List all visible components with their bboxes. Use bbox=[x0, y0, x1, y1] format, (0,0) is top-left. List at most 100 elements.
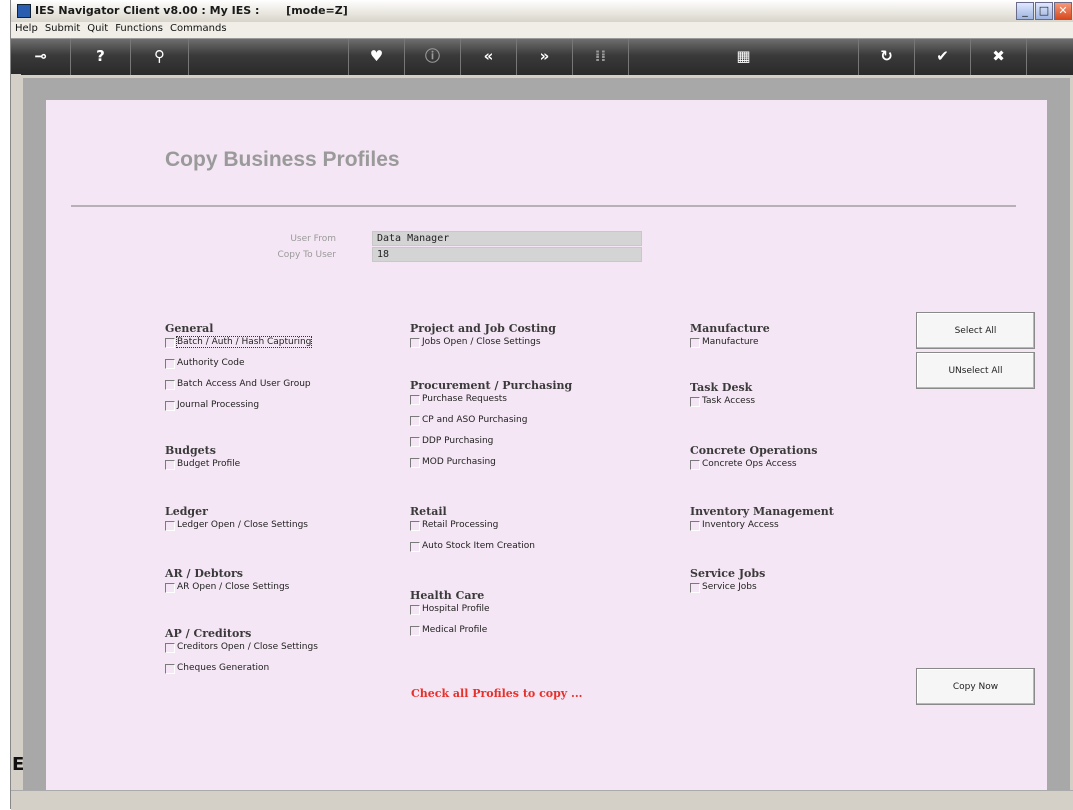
page-title: Copy Business Profiles bbox=[165, 148, 400, 171]
profile-checkbox-item[interactable]: Manufacture bbox=[690, 337, 770, 359]
section-manufacture: Manufacture Manufacture bbox=[690, 322, 770, 359]
checkbox[interactable] bbox=[410, 338, 420, 348]
checkbox[interactable] bbox=[165, 643, 175, 653]
maximize-icon[interactable]: □ bbox=[1035, 2, 1053, 20]
profile-checkbox-item[interactable]: Authority Code bbox=[165, 358, 245, 380]
checkbox[interactable] bbox=[165, 401, 175, 411]
close-icon[interactable]: ✕ bbox=[1054, 2, 1072, 20]
checkbox[interactable] bbox=[410, 605, 420, 615]
checkbox-label: Task Access bbox=[702, 396, 756, 406]
heart-icon[interactable]: ♥ bbox=[349, 39, 405, 75]
ok-icon[interactable]: ✔ bbox=[915, 39, 971, 75]
checkbox[interactable] bbox=[410, 542, 420, 552]
checkbox[interactable] bbox=[410, 521, 420, 531]
section-heading: General bbox=[165, 322, 214, 335]
checkbox[interactable] bbox=[690, 338, 700, 348]
application-window: IES Navigator Client v8.00 : My IES : [m… bbox=[10, 0, 1073, 810]
section-heading: Project and Job Costing bbox=[410, 322, 556, 335]
search-icon[interactable]: ⚲ bbox=[131, 39, 189, 75]
help-icon[interactable]: ? bbox=[71, 39, 131, 75]
key-icon[interactable]: ⊸ bbox=[11, 39, 71, 75]
menu-help[interactable]: Help bbox=[11, 22, 41, 34]
checkbox-label: Batch Access And User Group bbox=[177, 379, 311, 389]
profile-checkbox-item[interactable]: Purchase Requests bbox=[410, 394, 572, 416]
window-title: IES Navigator Client v8.00 : My IES : [m… bbox=[35, 4, 348, 17]
checkbox[interactable] bbox=[410, 458, 420, 468]
profile-checkbox-item[interactable]: Creditors Open / Close Settings bbox=[165, 642, 318, 664]
checkbox-label: MOD Purchasing bbox=[422, 457, 496, 467]
left-strip: E bbox=[11, 74, 24, 809]
profile-checkbox-item[interactable]: Hospital Profile bbox=[410, 604, 490, 626]
copy-to-user-field[interactable]: 18 bbox=[372, 247, 642, 262]
profile-checkbox-item[interactable]: Batch Access And User Group bbox=[165, 379, 311, 401]
profile-checkbox-item[interactable]: Ledger Open / Close Settings bbox=[165, 520, 308, 542]
menu-submit[interactable]: Submit bbox=[41, 22, 83, 34]
profile-checkbox-item[interactable]: AR Open / Close Settings bbox=[165, 582, 289, 604]
profile-checkbox-item[interactable]: Concrete Ops Access bbox=[690, 459, 817, 481]
back-icon[interactable]: « bbox=[461, 39, 517, 75]
checkbox[interactable] bbox=[410, 395, 420, 405]
title-divider bbox=[71, 205, 1016, 207]
profile-checkbox-item[interactable]: Cheques Generation bbox=[165, 663, 269, 685]
profile-checkbox-item[interactable]: Inventory Access bbox=[690, 520, 834, 542]
grid-icon[interactable]: ⁞⁞ bbox=[573, 39, 629, 75]
section-heading: Concrete Operations bbox=[690, 444, 818, 457]
checkbox-label: Jobs Open / Close Settings bbox=[422, 337, 541, 347]
checkbox[interactable] bbox=[690, 460, 700, 470]
profile-checkbox-item[interactable]: Jobs Open / Close Settings bbox=[410, 337, 556, 359]
checkbox[interactable] bbox=[690, 583, 700, 593]
section-health-care: Health Care Hospital Profile Medical Profi… bbox=[410, 589, 490, 647]
section-heading: Retail bbox=[410, 505, 447, 518]
checkbox[interactable] bbox=[410, 437, 420, 447]
minimize-icon[interactable]: _ bbox=[1016, 2, 1034, 20]
profile-checkbox-item[interactable]: Auto Stock Item Creation bbox=[410, 541, 535, 563]
menu-quit[interactable]: Quit bbox=[83, 22, 111, 34]
forward-icon[interactable]: » bbox=[517, 39, 573, 75]
checkbox[interactable] bbox=[165, 460, 175, 470]
checkbox-label: DDP Purchasing bbox=[422, 436, 494, 446]
checkbox-label: Auto Stock Item Creation bbox=[422, 541, 535, 551]
profile-checkbox-item[interactable]: CP and ASO Purchasing bbox=[410, 415, 572, 437]
user-from-field[interactable]: Data Manager bbox=[372, 231, 642, 246]
checkbox[interactable] bbox=[165, 338, 175, 348]
refresh-icon[interactable]: ↻ bbox=[859, 39, 915, 75]
profile-checkbox-item[interactable]: Medical Profile bbox=[410, 625, 487, 647]
checkbox-label: Ledger Open / Close Settings bbox=[177, 520, 309, 530]
checkbox[interactable] bbox=[165, 359, 175, 369]
profile-checkbox-item[interactable]: Journal Processing bbox=[165, 400, 259, 422]
copy-to-user-label: Copy To User bbox=[277, 250, 336, 260]
profile-checkbox-item[interactable]: DDP Purchasing bbox=[410, 436, 572, 458]
unselect-all-button[interactable]: UNselect All bbox=[916, 352, 1035, 389]
menu-functions[interactable]: Functions bbox=[111, 22, 166, 34]
checkbox-label: Creditors Open / Close Settings bbox=[177, 642, 318, 652]
select-all-button[interactable]: Select All bbox=[916, 312, 1035, 349]
profile-checkbox-item[interactable]: MOD Purchasing bbox=[410, 457, 572, 479]
copy-profiles-panel: Copy Business Profiles User From Data Ma… bbox=[46, 100, 1047, 790]
checkbox[interactable] bbox=[165, 380, 175, 390]
checkbox[interactable] bbox=[165, 583, 175, 593]
section-procurement-purchasing: Procurement / Purchasing Purchase Request… bbox=[410, 379, 572, 479]
info-icon[interactable]: ⓘ bbox=[405, 39, 461, 75]
profile-checkbox-item[interactable]: Task Access bbox=[690, 396, 756, 418]
copy-now-button[interactable]: Copy Now bbox=[916, 668, 1035, 705]
section-heading: AR / Debtors bbox=[165, 567, 243, 580]
profile-checkbox-item[interactable]: Budget Profile bbox=[165, 459, 240, 481]
checkbox[interactable] bbox=[410, 416, 420, 426]
print-icon[interactable]: ▦ bbox=[629, 39, 859, 75]
profile-checkbox-item[interactable]: Retail Processing bbox=[410, 520, 498, 542]
toolbar: ⊸? ⚲ ♥ ⓘ «» ⁞⁞ ▦ ↻ ✔ ✖ bbox=[11, 38, 1073, 75]
menu-commands[interactable]: Commands bbox=[166, 22, 230, 34]
checkbox[interactable] bbox=[690, 397, 700, 407]
checkbox[interactable] bbox=[690, 521, 700, 531]
toolbar-spacer bbox=[189, 39, 349, 75]
section-heading: Task Desk bbox=[690, 381, 753, 394]
profile-checkbox-item[interactable]: Service Jobs bbox=[690, 582, 765, 604]
checkbox[interactable] bbox=[410, 626, 420, 636]
profile-checkbox-item[interactable]: Batch / Auth / Hash Capturing bbox=[165, 336, 313, 359]
instruction-text: Check all Profiles to copy ... bbox=[411, 687, 583, 700]
cancel-icon[interactable]: ✖ bbox=[971, 39, 1027, 75]
checkbox[interactable] bbox=[165, 521, 175, 531]
checkbox[interactable] bbox=[165, 664, 175, 674]
section-heading: Health Care bbox=[410, 589, 485, 602]
window-controls: _ □ ✕ bbox=[1015, 2, 1072, 21]
